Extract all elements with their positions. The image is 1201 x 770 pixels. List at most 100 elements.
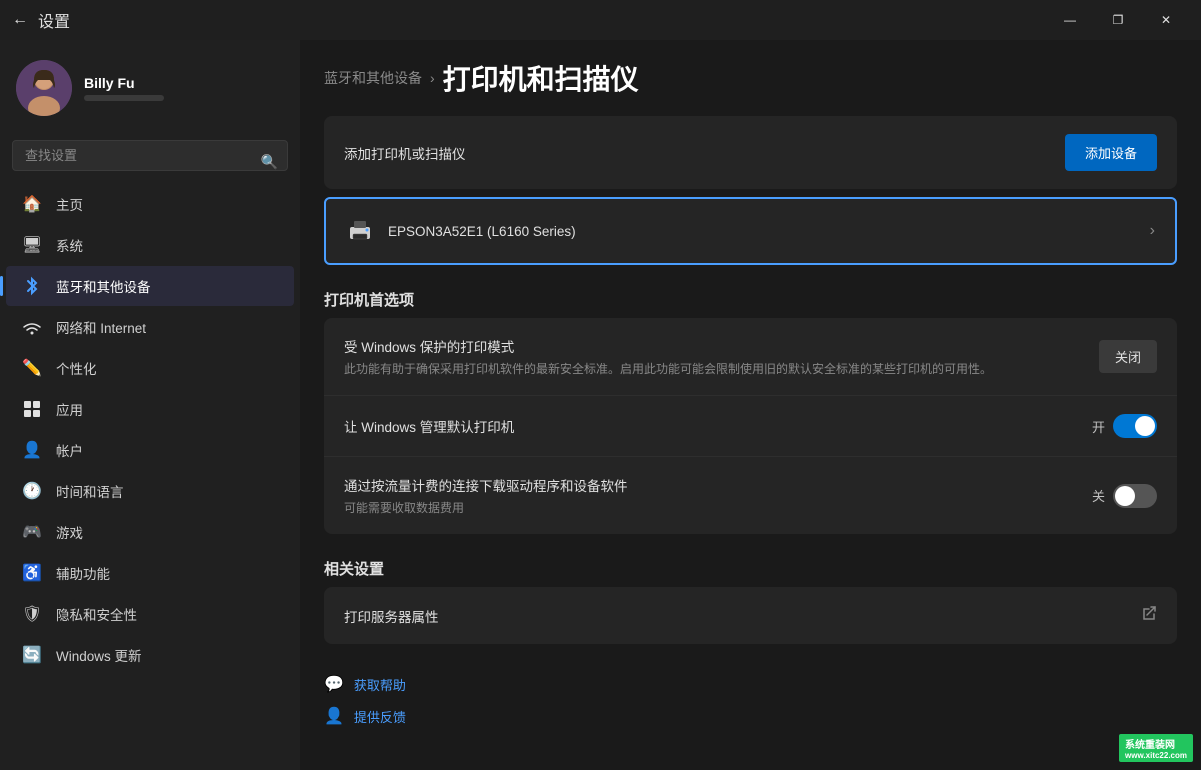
sidebar-item-update[interactable]: 🔄 Windows 更新 <box>6 635 294 675</box>
toggle-thumb-2 <box>1115 486 1135 506</box>
add-printer-row: 添加打印机或扫描仪 添加设备 <box>324 116 1177 189</box>
print-server-label: 打印服务器属性 <box>344 606 439 626</box>
breadcrumb-separator: › <box>430 70 435 86</box>
windows-protected-sub: 此功能有助于确保采用打印机软件的最新安全标准。启用此功能可能会限制使用旧的默认安… <box>344 360 992 377</box>
footer-help-link[interactable]: 💬 获取帮助 <box>324 668 1177 700</box>
update-icon: 🔄 <box>22 645 42 665</box>
breadcrumb-current: 打印机和扫描仪 <box>443 58 639 98</box>
sidebar-item-accounts[interactable]: 👤 帐户 <box>6 430 294 470</box>
sidebar-item-label-bluetooth: 蓝牙和其他设备 <box>56 276 151 296</box>
main-layout: Billy Fu 🔍 🏠 主页 🖥 系统 <box>0 40 1201 770</box>
bluetooth-icon <box>22 276 42 296</box>
sidebar-item-system[interactable]: 🖥 系统 <box>6 225 294 265</box>
gaming-icon: 🎮 <box>22 522 42 542</box>
personalization-icon: ✏️ <box>22 358 42 378</box>
external-link-icon <box>1141 605 1157 626</box>
sidebar-item-label-privacy: 隐私和安全性 <box>56 604 137 624</box>
print-server-row[interactable]: 打印服务器属性 <box>324 587 1177 644</box>
apps-icon <box>22 399 42 419</box>
title-bar-title: 设置 <box>38 8 70 32</box>
sidebar-item-home[interactable]: 🏠 主页 <box>6 184 294 224</box>
accounts-icon: 👤 <box>22 440 42 460</box>
sidebar-item-privacy[interactable]: 🛡 隐私和安全性 <box>6 594 294 634</box>
sidebar-item-network[interactable]: 网络和 Internet <box>6 307 294 347</box>
metered-connection-toggle-wrap: 关 <box>1092 484 1157 508</box>
windows-manage-toggle-wrap: 开 <box>1092 414 1157 438</box>
minimize-button[interactable]: — <box>1047 4 1093 36</box>
printer-name: EPSON3A52E1 (L6160 Series) <box>388 224 1136 239</box>
windows-protected-label: 受 Windows 保护的打印模式 <box>344 336 992 356</box>
title-bar: ← 设置 — ❐ ✕ <box>0 0 1201 40</box>
breadcrumb: 蓝牙和其他设备 › 打印机和扫描仪 <box>324 40 1177 116</box>
maximize-button[interactable]: ❐ <box>1095 4 1141 36</box>
help-icon: 💬 <box>324 674 344 694</box>
toggle-thumb <box>1135 416 1155 436</box>
windows-manage-toggle-label: 开 <box>1092 417 1105 436</box>
help-label: 获取帮助 <box>354 675 406 694</box>
close-button[interactable]: ✕ <box>1143 4 1189 36</box>
sidebar-item-personalization[interactable]: ✏️ 个性化 <box>6 348 294 388</box>
time-icon: 🕐 <box>22 481 42 501</box>
sidebar-item-label-accessibility: 辅助功能 <box>56 563 110 583</box>
printer-prefs-heading: 打印机首选项 <box>324 273 1177 318</box>
windows-manage-toggle[interactable] <box>1113 414 1157 438</box>
privacy-icon: 🛡 <box>22 604 42 624</box>
sidebar-item-time[interactable]: 🕐 时间和语言 <box>6 471 294 511</box>
sidebar-item-apps[interactable]: 应用 <box>6 389 294 429</box>
add-device-button[interactable]: 添加设备 <box>1065 134 1157 171</box>
sidebar-item-accessibility[interactable]: ♿ 辅助功能 <box>6 553 294 593</box>
related-settings-heading: 相关设置 <box>324 542 1177 587</box>
user-info: Billy Fu <box>84 75 284 101</box>
sidebar-item-bluetooth[interactable]: 蓝牙和其他设备 <box>6 266 294 306</box>
search-container: 🔍 <box>0 132 300 183</box>
title-bar-left: ← 设置 <box>12 8 70 32</box>
windows-manage-row: 让 Windows 管理默认打印机 开 <box>324 396 1177 457</box>
feedback-label: 提供反馈 <box>354 707 406 726</box>
windows-manage-text: 让 Windows 管理默认打印机 <box>344 416 514 436</box>
title-bar-controls: — ❐ ✕ <box>1047 4 1189 36</box>
metered-connection-row: 通过按流量计费的连接下载驱动程序和设备软件 可能需要收取数据费用 关 <box>324 457 1177 534</box>
sidebar-item-label-network: 网络和 Internet <box>56 317 146 337</box>
add-printer-card: 添加打印机或扫描仪 添加设备 <box>324 116 1177 189</box>
feedback-icon: 👤 <box>324 706 344 726</box>
footer-feedback-link[interactable]: 👤 提供反馈 <box>324 700 1177 732</box>
metered-connection-toggle-label: 关 <box>1092 486 1105 505</box>
sidebar: Billy Fu 🔍 🏠 主页 🖥 系统 <box>0 40 300 770</box>
sidebar-item-label-accounts: 帐户 <box>56 440 83 460</box>
printer-icon <box>346 217 374 245</box>
username: Billy Fu <box>84 75 284 91</box>
windows-manage-label: 让 Windows 管理默认打印机 <box>344 416 514 436</box>
sidebar-item-label-apps: 应用 <box>56 399 83 419</box>
printer-card[interactable]: EPSON3A52E1 (L6160 Series) › <box>324 197 1177 265</box>
add-printer-label: 添加打印机或扫描仪 <box>344 143 466 163</box>
search-icon: 🔍 <box>261 153 278 170</box>
related-settings-card: 打印服务器属性 <box>324 587 1177 644</box>
metered-connection-toggle[interactable] <box>1113 484 1157 508</box>
user-status-bar <box>84 95 164 101</box>
metered-connection-sub: 可能需要收取数据费用 <box>344 499 628 516</box>
footer-links: 💬 获取帮助 👤 提供反馈 <box>324 652 1177 740</box>
network-icon <box>22 317 42 337</box>
sidebar-nav: 🏠 主页 🖥 系统 蓝牙和其他设备 <box>0 183 300 676</box>
windows-protected-row: 受 Windows 保护的打印模式 此功能有助于确保采用打印机软件的最新安全标准… <box>324 318 1177 396</box>
back-icon[interactable]: ← <box>12 11 28 29</box>
windows-protected-close-button[interactable]: 关闭 <box>1099 340 1157 373</box>
printer-row[interactable]: EPSON3A52E1 (L6160 Series) › <box>326 199 1175 263</box>
sidebar-item-gaming[interactable]: 🎮 游戏 <box>6 512 294 552</box>
windows-protected-text: 受 Windows 保护的打印模式 此功能有助于确保采用打印机软件的最新安全标准… <box>344 336 992 377</box>
sidebar-item-label-update: Windows 更新 <box>56 645 142 665</box>
home-icon: 🏠 <box>22 194 42 214</box>
metered-connection-text: 通过按流量计费的连接下载驱动程序和设备软件 可能需要收取数据费用 <box>344 475 628 516</box>
metered-connection-label: 通过按流量计费的连接下载驱动程序和设备软件 <box>344 475 628 495</box>
sidebar-item-label-gaming: 游戏 <box>56 522 83 542</box>
avatar[interactable] <box>16 60 72 116</box>
content-area: 蓝牙和其他设备 › 打印机和扫描仪 添加打印机或扫描仪 添加设备 <box>300 40 1201 770</box>
sidebar-item-label-home: 主页 <box>56 194 83 214</box>
printer-prefs-card: 受 Windows 保护的打印模式 此功能有助于确保采用打印机软件的最新安全标准… <box>324 318 1177 534</box>
sidebar-item-label-time: 时间和语言 <box>56 481 124 501</box>
accessibility-icon: ♿ <box>22 563 42 583</box>
watermark: 系统重装网 www.xitc22.com <box>1119 734 1193 762</box>
search-input[interactable] <box>12 140 288 171</box>
sidebar-item-label-personalization: 个性化 <box>56 358 97 378</box>
system-icon: 🖥 <box>22 235 42 255</box>
